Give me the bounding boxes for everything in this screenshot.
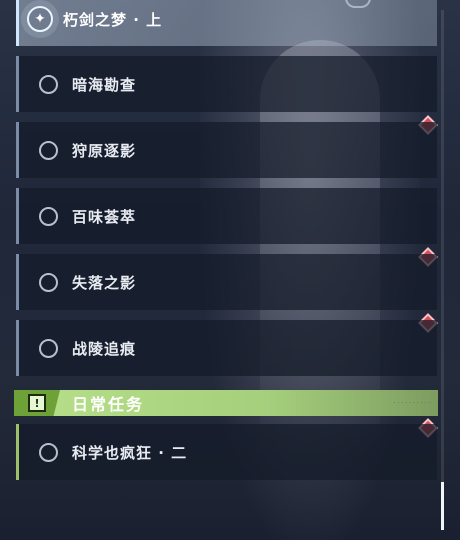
radio-circle-icon — [39, 338, 58, 358]
section-title: 日常任务 — [72, 395, 145, 414]
scrollbar-thumb[interactable] — [441, 482, 444, 530]
radio-circle-icon — [39, 272, 58, 292]
quest-item[interactable]: 暗海勘查 — [16, 56, 437, 112]
scrollbar[interactable] — [441, 10, 444, 530]
daily-quests-header[interactable]: ! 日常任务 · · · · · · · · · · — [14, 390, 438, 416]
quest-item[interactable]: 百味荟萃 — [16, 188, 437, 244]
quest-item-active[interactable]: ✦ 朽剑之梦 · 上 — [16, 0, 437, 46]
quest-label: 战陵追痕 — [72, 339, 137, 358]
quest-item[interactable]: 失落之影 — [16, 254, 437, 310]
quest-item[interactable]: 狩原逐影 — [16, 122, 437, 178]
quest-item[interactable]: 战陵追痕 — [16, 320, 437, 376]
exclamation-icon: ! — [28, 394, 46, 412]
quest-label: 朽剑之梦 · 上 — [63, 10, 163, 29]
quest-label: 科学也疯狂 · 二 — [72, 443, 188, 462]
quest-label: 暗海勘查 — [72, 75, 137, 94]
radio-circle-icon — [39, 140, 58, 160]
radio-circle-icon — [39, 74, 58, 94]
radio-circle-icon — [39, 442, 58, 462]
quest-label: 狩原逐影 — [72, 141, 137, 160]
radio-circle-icon — [39, 206, 58, 226]
section-decoration: · · · · · · · · · · — [393, 399, 430, 407]
daily-quest-item[interactable]: 科学也疯狂 · 二 — [16, 424, 437, 480]
quest-label: 百味荟萃 — [72, 207, 137, 226]
section-badge: ! — [14, 390, 60, 416]
compass-icon: ✦ — [27, 6, 53, 32]
quest-label: 失落之影 — [72, 273, 137, 292]
